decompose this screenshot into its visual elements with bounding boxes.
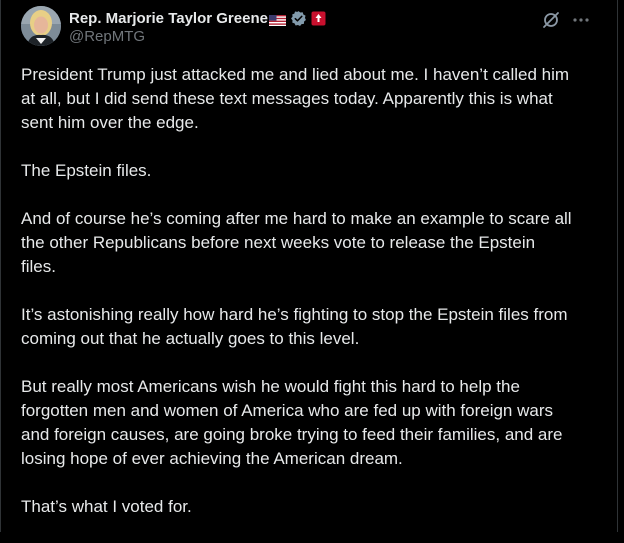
post-paragraph: The Epstein files. — [21, 161, 152, 180]
post-paragraph: And of course he’s coming after me hard … — [21, 209, 572, 276]
display-name[interactable]: Rep. Marjorie Taylor Greene — [69, 10, 268, 27]
right-border — [617, 0, 618, 532]
post-paragraph: That’s what I voted for. — [21, 497, 192, 516]
post-paragraph: But really most Americans wish he would … — [21, 377, 563, 468]
handle[interactable]: @RepMTG — [69, 28, 145, 45]
post-text: President Trump just attacked me and lie… — [21, 63, 591, 543]
verified-badge-icon[interactable] — [290, 10, 307, 27]
congress-affiliation-icon[interactable] — [311, 11, 326, 26]
post-header: Rep. Marjorie Taylor Greene @RepMTG — [21, 0, 591, 52]
post-paragraph: It’s astonishing really how hard he’s fi… — [21, 305, 568, 348]
avatar[interactable] — [21, 6, 61, 46]
name-line: Rep. Marjorie Taylor Greene — [69, 8, 326, 28]
post: Rep. Marjorie Taylor Greene @RepMTG Pres… — [21, 0, 591, 532]
us-flag-icon — [268, 13, 286, 26]
more-options-icon[interactable] — [570, 9, 592, 31]
grok-icon[interactable] — [540, 9, 562, 31]
post-paragraph: President Trump just attacked me and lie… — [21, 65, 570, 132]
left-border — [0, 0, 1, 532]
